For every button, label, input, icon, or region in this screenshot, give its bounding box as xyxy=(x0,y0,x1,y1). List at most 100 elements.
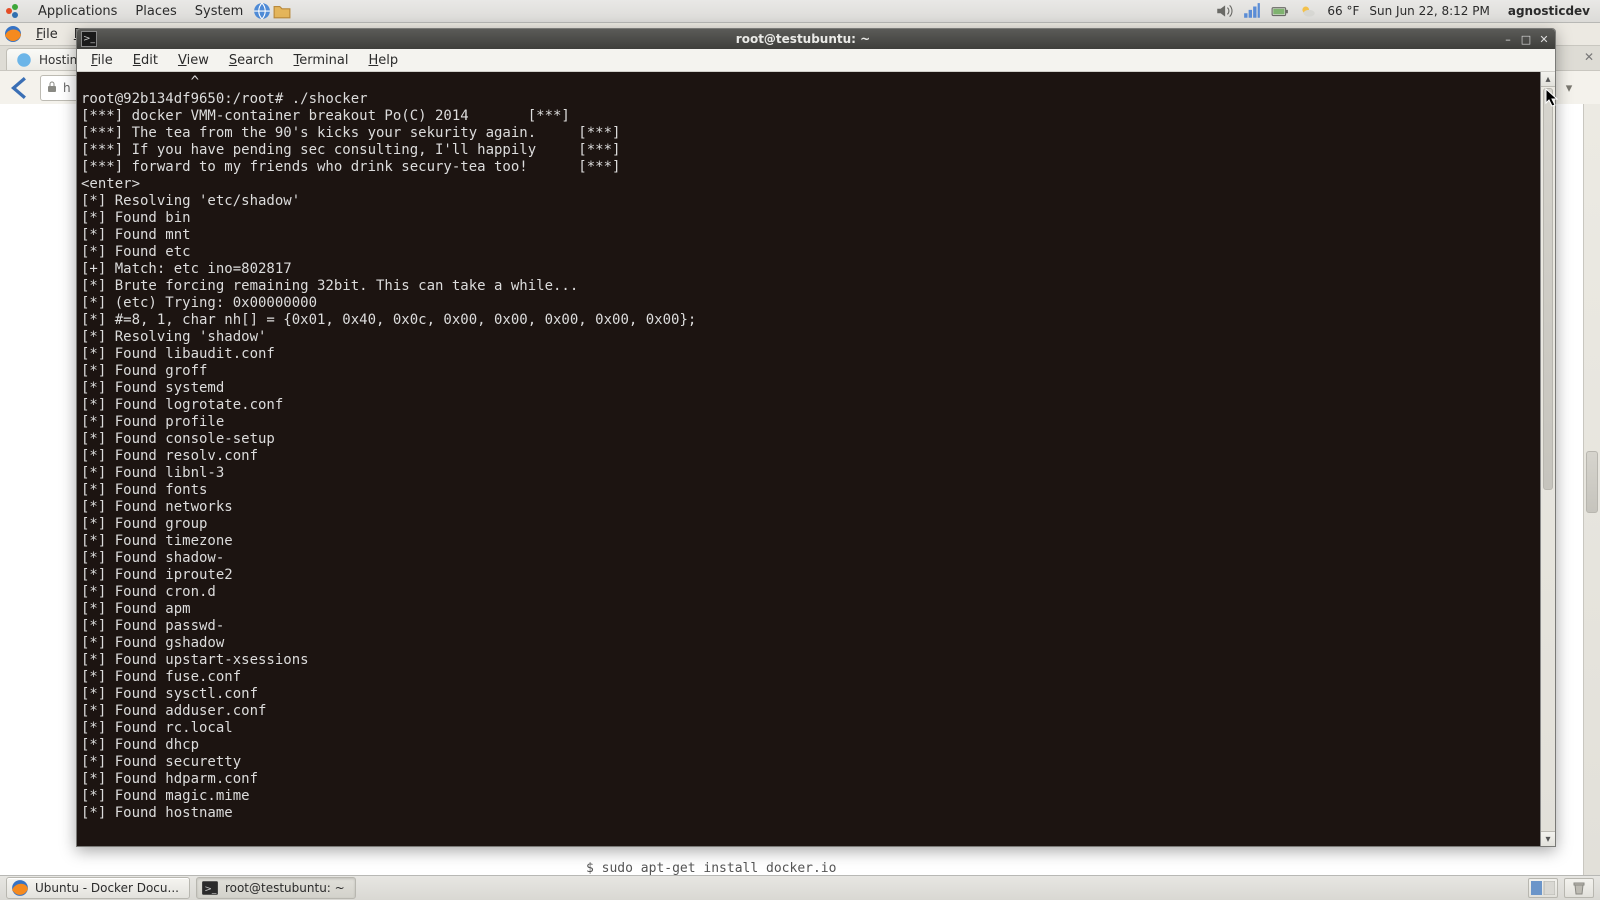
terminal-line: [*] Found apm xyxy=(81,601,1536,618)
launcher-browser-icon[interactable] xyxy=(253,2,271,20)
terminal-menu-file[interactable]: File xyxy=(81,51,123,70)
user-menu[interactable]: agnosticdev xyxy=(1500,4,1590,18)
firefox-icon xyxy=(4,25,22,43)
terminal-line: [*] Brute forcing remaining 32bit. This … xyxy=(81,278,1536,295)
network-icon[interactable] xyxy=(1243,2,1261,20)
terminal-line: [***] The tea from the 90's kicks your s… xyxy=(81,125,1536,142)
terminal-line: [*] Resolving 'shadow' xyxy=(81,329,1536,346)
trash-icon[interactable] xyxy=(1564,878,1594,898)
gnome-top-panel: Applications Places System 66 °F Sun Jun… xyxy=(0,0,1600,23)
terminal-line: ^ xyxy=(81,74,1536,91)
tab-favicon-icon xyxy=(15,51,33,69)
terminal-line: [*] Found rc.local xyxy=(81,720,1536,737)
taskbar-item-firefox[interactable]: Ubuntu - Docker Docu... xyxy=(6,877,190,899)
firefox-menu-file[interactable]: File xyxy=(28,25,66,44)
terminal-titlebar[interactable]: >_ root@testubuntu: ~ – □ ✕ xyxy=(77,29,1555,49)
window-minimize-button[interactable]: – xyxy=(1501,32,1515,46)
terminal-line: [*] Found libaudit.conf xyxy=(81,346,1536,363)
weather-icon[interactable] xyxy=(1299,2,1317,20)
terminal-line: [*] Found groff xyxy=(81,363,1536,380)
terminal-line: [*] Found console-setup xyxy=(81,431,1536,448)
terminal-title: root@testubuntu: ~ xyxy=(105,32,1501,46)
weather-temp[interactable]: 66 °F xyxy=(1327,4,1359,18)
launcher-files-icon[interactable] xyxy=(273,2,291,20)
terminal-line: [***] forward to my friends who drink se… xyxy=(81,159,1536,176)
terminal-line: [*] Found timezone xyxy=(81,533,1536,550)
terminal-line: [*] Found bin xyxy=(81,210,1536,227)
nav-back-button[interactable] xyxy=(6,74,34,102)
menu-places[interactable]: Places xyxy=(127,2,184,21)
terminal-line: [*] Found profile xyxy=(81,414,1536,431)
terminal-line: [*] Found dhcp xyxy=(81,737,1536,754)
page-code-snippet: $ sudo apt-get install docker.io xyxy=(586,861,836,876)
terminal-line: [*] Found gshadow xyxy=(81,635,1536,652)
terminal-line: [*] Found magic.mime xyxy=(81,788,1536,805)
terminal-line: [+] Match: etc ino=802817 xyxy=(81,261,1536,278)
nav-dropdown-button[interactable]: ▾ xyxy=(1558,77,1580,99)
terminal-line: [*] Found fonts xyxy=(81,482,1536,499)
terminal-menu-search[interactable]: Search xyxy=(219,51,284,70)
terminal-line: [*] Found iproute2 xyxy=(81,567,1536,584)
taskbar-item-terminal[interactable]: >_ root@testubuntu: ~ xyxy=(196,877,356,899)
terminal-line: [*] #=8, 1, char nh[] = {0x01, 0x40, 0x0… xyxy=(81,312,1536,329)
mouse-cursor-icon xyxy=(1545,88,1559,108)
taskbar-item-label: root@testubuntu: ~ xyxy=(225,881,345,895)
terminal-line: [***] docker VMM-container breakout Po(C… xyxy=(81,108,1536,125)
terminal-line: [***] If you have pending sec consulting… xyxy=(81,142,1536,159)
scrollbar-thumb[interactable] xyxy=(1543,88,1553,490)
terminal-line: [*] Found sysctl.conf xyxy=(81,686,1536,703)
terminal-window: >_ root@testubuntu: ~ – □ ✕ File Edit Vi… xyxy=(76,28,1556,847)
terminal-line: <enter> xyxy=(81,176,1536,193)
terminal-line: [*] Found group xyxy=(81,516,1536,533)
taskbar-item-label: Ubuntu - Docker Docu... xyxy=(35,881,179,895)
terminal-line: [*] Found libnl-3 xyxy=(81,465,1536,482)
terminal-task-icon: >_ xyxy=(201,879,219,897)
firefox-close-tab-icon[interactable]: ✕ xyxy=(1584,50,1594,64)
bottom-tray xyxy=(1528,878,1594,898)
terminal-line: [*] Found shadow- xyxy=(81,550,1536,567)
scrollbar-up-icon[interactable]: ▴ xyxy=(1541,72,1555,87)
terminal-menu-terminal[interactable]: Terminal xyxy=(284,51,359,70)
sound-icon[interactable] xyxy=(1215,2,1233,20)
battery-icon[interactable] xyxy=(1271,2,1289,20)
terminal-line: [*] Found passwd- xyxy=(81,618,1536,635)
svg-text:>_: >_ xyxy=(204,884,217,894)
terminal-line: [*] (etc) Trying: 0x00000000 xyxy=(81,295,1536,312)
url-text: h xyxy=(63,81,71,95)
terminal-line: [*] Found logrotate.conf xyxy=(81,397,1536,414)
firefox-page-scrollbar[interactable] xyxy=(1583,104,1600,876)
terminal-menubar: File Edit View Search Terminal Help xyxy=(77,49,1555,72)
window-maximize-button[interactable]: □ xyxy=(1519,32,1533,46)
terminal-line: [*] Found cron.d xyxy=(81,584,1536,601)
clock[interactable]: Sun Jun 22, 8:12 PM xyxy=(1369,4,1489,18)
terminal-line: [*] Found hdparm.conf xyxy=(81,771,1536,788)
terminal-menu-edit[interactable]: Edit xyxy=(123,51,168,70)
terminal-line: [*] Found resolv.conf xyxy=(81,448,1536,465)
terminal-line: root@92b134df9650:/root# ./shocker xyxy=(81,91,1536,108)
terminal-line: [*] Found upstart-xsessions xyxy=(81,652,1536,669)
system-tray: 66 °F Sun Jun 22, 8:12 PM agnosticdev xyxy=(1215,2,1596,20)
terminal-menu-help[interactable]: Help xyxy=(358,51,408,70)
menu-system[interactable]: System xyxy=(187,2,251,21)
terminal-menu-view[interactable]: View xyxy=(168,51,219,70)
workspace-switcher[interactable] xyxy=(1528,878,1558,898)
firefox-task-icon xyxy=(11,879,29,897)
terminal-line: [*] Found networks xyxy=(81,499,1536,516)
ubuntu-logo-icon xyxy=(4,2,22,20)
scrollbar-down-icon[interactable]: ▾ xyxy=(1541,831,1555,846)
terminal-app-icon: >_ xyxy=(81,31,97,47)
terminal-line: [*] Found etc xyxy=(81,244,1536,261)
terminal-line: [*] Found fuse.conf xyxy=(81,669,1536,686)
terminal-line: [*] Found hostname xyxy=(81,805,1536,822)
terminal-line: [*] Resolving 'etc/shadow' xyxy=(81,193,1536,210)
window-close-button[interactable]: ✕ xyxy=(1537,32,1551,46)
terminal-output[interactable]: ^root@92b134df9650:/root# ./shocker[***]… xyxy=(77,72,1540,846)
terminal-scrollbar[interactable]: ▴ ▾ xyxy=(1540,72,1555,846)
gnome-bottom-panel: Ubuntu - Docker Docu... >_ root@testubun… xyxy=(0,875,1600,900)
terminal-line: [*] Found mnt xyxy=(81,227,1536,244)
terminal-line: [*] Found systemd xyxy=(81,380,1536,397)
terminal-line: [*] Found adduser.conf xyxy=(81,703,1536,720)
terminal-line: [*] Found securetty xyxy=(81,754,1536,771)
lock-icon xyxy=(47,81,57,96)
menu-applications[interactable]: Applications xyxy=(30,2,125,21)
